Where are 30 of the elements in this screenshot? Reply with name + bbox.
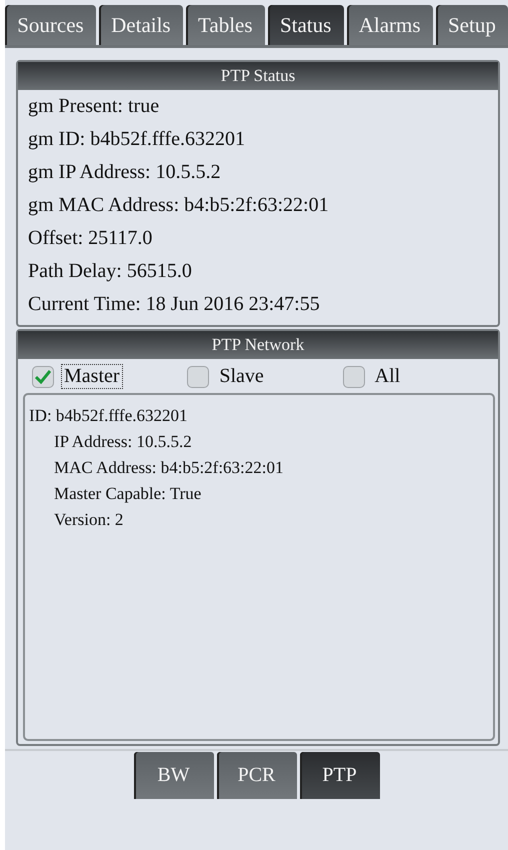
filter-label[interactable]: All [372, 365, 402, 388]
network-entry: IP Address: 10.5.5.2 [53, 431, 193, 453]
panel-title: PTP Status [18, 62, 498, 90]
tab[interactable]: PCR [216, 752, 296, 799]
checkmark-icon [35, 370, 51, 384]
status-line: gm MAC Address: b4:b5:2f:63:22:01 [27, 193, 330, 218]
checkbox[interactable] [342, 366, 365, 388]
status-line: Path Delay: 56515.0 [27, 259, 193, 284]
tab[interactable]: Tables [186, 5, 265, 45]
tab[interactable]: Setup [436, 5, 508, 45]
checkbox[interactable] [32, 366, 54, 388]
network-entry: ID: b4b52f.fffe.632201 [29, 405, 188, 427]
checkbox[interactable] [187, 366, 210, 388]
tab[interactable]: Status [268, 5, 344, 45]
filter-label[interactable]: Slave [217, 365, 266, 388]
tab[interactable]: BW [134, 752, 214, 799]
tab[interactable]: Sources [5, 5, 96, 45]
tab[interactable]: PTP [300, 752, 380, 799]
network-entry: MAC Address: b4:b5:2f:63:22:01 [53, 457, 285, 479]
status-line: gm ID: b4b52f.fffe.632201 [27, 127, 246, 152]
status-line: gm Present: true [27, 94, 160, 119]
status-line: gm IP Address: 10.5.5.2 [27, 160, 222, 185]
panel-title: PTP Network [18, 331, 498, 359]
tab[interactable]: Details [98, 5, 183, 45]
tab[interactable]: Alarms [346, 5, 433, 45]
status-line: Offset: 25117.0 [27, 226, 154, 251]
network-entry: Master Capable: True [53, 483, 202, 505]
filter-label[interactable]: Master [62, 365, 122, 388]
status-line: Current Time: 18 Jun 2016 23:47:55 [27, 292, 321, 317]
network-entry: Version: 2 [53, 509, 124, 531]
